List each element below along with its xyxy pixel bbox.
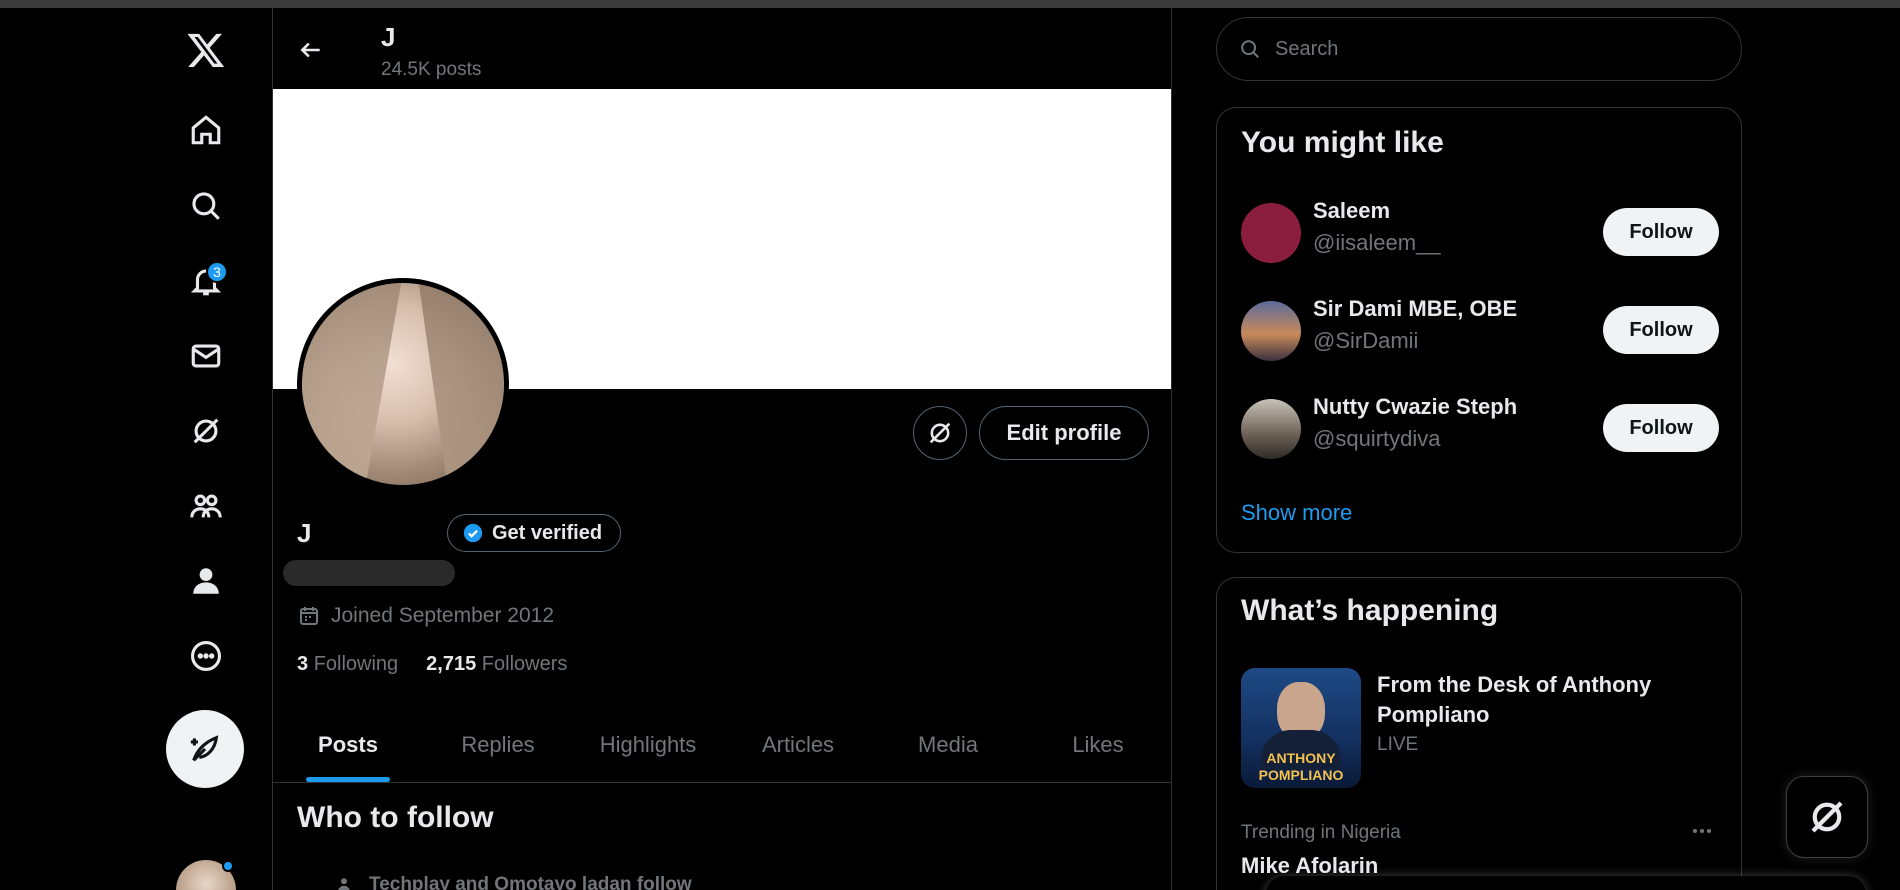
- trend-category: Trending in Nigeria: [1241, 822, 1401, 843]
- primary-navigation: 3: [166, 8, 272, 890]
- search-input[interactable]: [1275, 37, 1695, 61]
- tab-posts[interactable]: Posts: [273, 708, 423, 782]
- suggestion-handle[interactable]: @iisaleem__: [1313, 230, 1441, 256]
- thumbnail-text-1: ANTHONY: [1266, 750, 1336, 766]
- feather-icon: [190, 735, 219, 762]
- profile-tabs: Posts Replies Highlights Articles Media …: [273, 708, 1171, 783]
- more-dots-icon: [1693, 829, 1711, 833]
- join-date: Joined September 2012: [297, 604, 554, 628]
- tab-likes[interactable]: Likes: [1023, 708, 1171, 782]
- browser-top-edge: [0, 0, 1900, 8]
- live-status: LIVE: [1377, 734, 1419, 755]
- thumbnail-text-2: POMPLIANO: [1258, 767, 1344, 783]
- suggestion-handle[interactable]: @squirtydiva: [1313, 426, 1441, 452]
- following-link[interactable]: 3 Following: [297, 653, 398, 676]
- edit-profile-button[interactable]: Edit profile: [979, 406, 1149, 460]
- person-icon: [335, 876, 353, 890]
- whats-happening-card: What’s happening ANTHONY POMPLIANO From …: [1216, 577, 1742, 890]
- profile-avatar-image: [302, 283, 504, 485]
- suggestion-row[interactable]: Nutty Cwazie Steph @squirtydiva Follow: [1241, 394, 1719, 464]
- trend-more-button[interactable]: [1687, 816, 1717, 846]
- suggestion-name[interactable]: Nutty Cwazie Steph: [1313, 394, 1517, 420]
- messages-drawer[interactable]: [1266, 876, 1866, 890]
- suggestion-avatar[interactable]: [1241, 301, 1301, 361]
- get-verified-button[interactable]: Get verified: [447, 514, 622, 552]
- notifications-bell-icon[interactable]: 3: [166, 251, 246, 311]
- header-post-count: 24.5K posts: [381, 59, 482, 80]
- header-display-name: J: [381, 22, 396, 52]
- search-icon: [1241, 40, 1259, 58]
- profile-handle-redacted: [283, 560, 455, 586]
- suggestion-row[interactable]: Sir Dami MBE, OBE @SirDamii Follow: [1241, 296, 1719, 366]
- following-count: 3: [297, 653, 309, 675]
- tab-media[interactable]: Media: [873, 708, 1023, 782]
- join-date-text: Joined September 2012: [331, 604, 554, 627]
- followers-count: 2,715: [426, 653, 477, 675]
- follow-stats: 3 Following 2,715 Followers: [297, 653, 567, 676]
- live-event-thumbnail[interactable]: ANTHONY POMPLIANO: [1241, 668, 1361, 788]
- back-button[interactable]: [291, 30, 331, 70]
- following-label: Following: [313, 653, 399, 675]
- whats-happening-title: What’s happening: [1241, 594, 1499, 627]
- you-might-like-title: You might like: [1241, 126, 1444, 159]
- show-more-link[interactable]: Show more: [1241, 500, 1352, 526]
- grok-icon: [1811, 801, 1843, 833]
- compose-post-button[interactable]: [166, 710, 244, 788]
- suggestion-name[interactable]: Sir Dami MBE, OBE: [1313, 296, 1517, 322]
- who-to-follow-subtitle: Techplay and Omotayo ladan follow: [369, 874, 692, 890]
- follow-button[interactable]: Follow: [1603, 306, 1719, 354]
- profile-header-bar: J 24.5K posts: [273, 8, 1171, 89]
- suggestion-avatar[interactable]: [1241, 399, 1301, 459]
- x-logo-icon[interactable]: [166, 20, 246, 80]
- tab-highlights[interactable]: Highlights: [573, 708, 723, 782]
- home-icon[interactable]: [166, 100, 246, 160]
- suggestion-name[interactable]: Saleem: [1313, 198, 1390, 224]
- profile-main-column: J 24.5K posts Edit profile J Get verifie…: [272, 8, 1172, 890]
- profile-display-name: J: [297, 518, 312, 548]
- grok-icon: [929, 422, 951, 444]
- follow-button[interactable]: Follow: [1603, 404, 1719, 452]
- account-status-dot: [222, 860, 234, 872]
- followers-link[interactable]: 2,715 Followers: [426, 653, 567, 676]
- more-circle-icon[interactable]: [166, 626, 246, 686]
- tab-articles[interactable]: Articles: [723, 708, 873, 782]
- profile-avatar[interactable]: [297, 278, 509, 490]
- who-to-follow-title: Who to follow: [297, 801, 494, 834]
- profile-person-icon[interactable]: [166, 551, 246, 611]
- grok-icon[interactable]: [166, 401, 246, 461]
- verified-badge-icon: [463, 523, 483, 543]
- suggestion-handle[interactable]: @SirDamii: [1313, 328, 1418, 354]
- grok-analyze-button[interactable]: [913, 406, 967, 460]
- live-event-title[interactable]: From the Desk of Anthony Pompliano: [1377, 670, 1717, 730]
- search-box[interactable]: [1216, 17, 1742, 81]
- communities-icon[interactable]: [166, 476, 246, 536]
- get-verified-label: Get verified: [492, 521, 603, 544]
- search-icon[interactable]: [166, 176, 246, 236]
- suggestion-avatar[interactable]: [1241, 203, 1301, 263]
- notifications-badge: 3: [206, 261, 228, 283]
- arrow-left-icon: [300, 42, 320, 58]
- grok-floating-button[interactable]: [1786, 776, 1868, 858]
- calendar-icon: [300, 607, 318, 625]
- tab-replies[interactable]: Replies: [423, 708, 573, 782]
- follow-button[interactable]: Follow: [1603, 208, 1719, 256]
- you-might-like-card: You might like Saleem @iisaleem__ Follow…: [1216, 107, 1742, 553]
- suggestion-row[interactable]: Saleem @iisaleem__ Follow: [1241, 198, 1719, 268]
- followers-label: Followers: [481, 653, 568, 675]
- messages-envelope-icon[interactable]: [166, 326, 246, 386]
